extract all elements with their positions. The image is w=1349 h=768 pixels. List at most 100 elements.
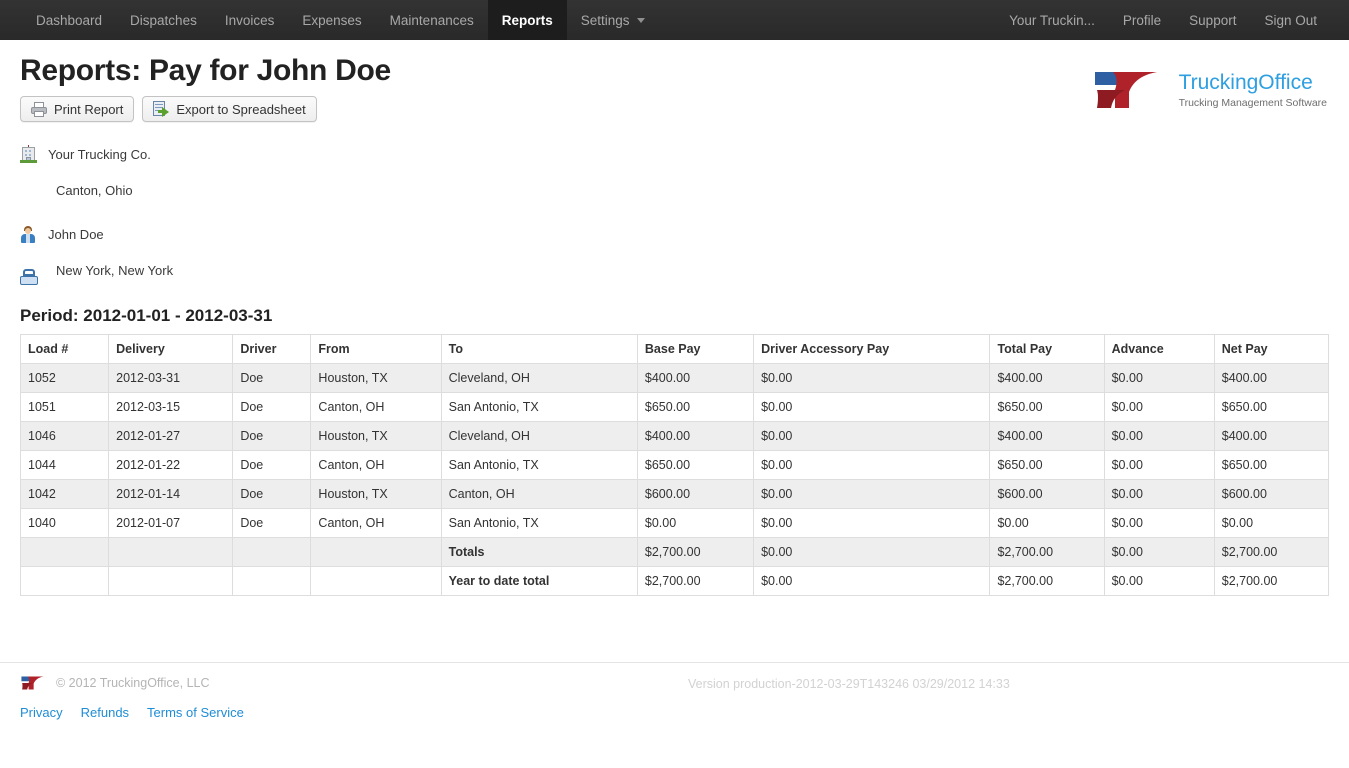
nav-signout[interactable]: Sign Out [1250,0,1331,40]
table-cell: Totals [440,537,638,567]
column-header: From [310,334,442,364]
table-cell: 2012-01-22 [108,450,234,480]
nav-profile-label: Profile [1122,12,1162,28]
table-cell: $0.00 [753,537,991,567]
driver-city: New York, New York [56,262,174,278]
table-cell: $0.00 [753,450,991,480]
version-text: Version production-2012-03-29T143246 03/… [688,677,1010,691]
table-cell: 1046 [19,421,110,451]
table-cell: Houston, TX [310,479,442,509]
person-icon-wrap [20,225,48,243]
nav-expenses[interactable]: Expenses [288,0,375,40]
top-navigation-bar: Dashboard Dispatches Invoices Expenses Maint… [0,0,1349,40]
account-nav-group: Your Truckin... Profile Support Sign Out [995,0,1349,40]
building-icon-wrap [20,145,48,163]
report-period-heading: Period: 2012-01-01 - 2012-03-31 [20,306,273,325]
table-cell [232,537,312,567]
table-cell: $400.00 [1213,363,1330,393]
table-cell: San Antonio, TX [440,508,638,538]
footer-links: Privacy Refunds Terms of Service [20,705,1329,720]
table-cell: Doe [232,450,312,480]
table-cell: $2,700.00 [989,566,1105,596]
logo-wordmark: TruckingOffice [1178,70,1313,94]
nav-dispatches-label: Dispatches [130,12,197,28]
primary-nav-group: Dashboard Dispatches Invoices Expenses Maint… [0,0,659,40]
table-cell: $2,700.00 [636,566,755,596]
nav-settings-label: Settings [580,12,630,28]
table-header-row: Load # Delivery Driver From To Base Pay Driver… [19,334,1330,364]
nav-reports[interactable]: Reports [487,0,567,40]
footer-link-terms[interactable]: Terms of Service [147,705,244,720]
table-cell: Doe [232,392,312,422]
table-cell: $400.00 [636,421,755,451]
nav-dashboard[interactable]: Dashboard [22,0,116,40]
table-cell: $2,700.00 [1213,566,1330,596]
print-report-label: Print Report [54,101,124,117]
nav-settings[interactable]: Settings [567,0,659,40]
table-cell: $0.00 [753,363,991,393]
column-header: Advance [1103,334,1215,364]
table-cell: $0.00 [1103,363,1215,393]
building-icon [20,145,37,163]
table-row: 1052 2012-03-31 Doe Houston, TX Cleveland, O… [19,363,1330,393]
table-row: 1044 2012-01-22 Doe Canton, OH San Antonio, … [19,450,1330,480]
column-header: Total Pay [989,334,1105,364]
table-cell [19,566,110,596]
table-cell: $650.00 [989,450,1105,480]
table-total-row: Totals $2,700.00 $0.00 $2,700.00 $0.00 $2,700… [19,537,1330,567]
table-cell: 1051 [19,392,110,422]
footer-link-refunds[interactable]: Refunds [81,705,129,720]
table-cell: 2012-01-14 [108,479,234,509]
table-cell: $400.00 [1213,421,1330,451]
nav-support[interactable]: Support [1175,0,1250,40]
table-cell: $0.00 [636,508,755,538]
export-to-spreadsheet-label: Export to Spreadsheet [176,101,306,117]
pay-table-body: 1052 2012-03-31 Doe Houston, TX Cleveland, O… [19,363,1330,596]
pay-table-head: Load # Delivery Driver From To Base Pay Driver… [19,334,1330,364]
table-cell: $400.00 [989,363,1105,393]
table-cell: Houston, TX [310,421,442,451]
nav-dispatches[interactable]: Dispatches [116,0,211,40]
table-cell: $0.00 [753,421,991,451]
table-cell [310,537,442,567]
table-cell: 2012-03-15 [108,392,234,422]
brand-logo[interactable]: TruckingOffice Trucking Management Softw… [1091,68,1327,112]
person-icon [20,225,36,243]
table-cell: $0.00 [989,508,1105,538]
table-cell [232,566,312,596]
nav-profile[interactable]: Profile [1109,0,1175,40]
driver-location-row: New York, New York [20,252,1329,288]
table-cell: $0.00 [1103,479,1215,509]
print-report-button[interactable]: Print Report [20,96,135,122]
nav-maintenances[interactable]: Maintenances [376,0,488,40]
driver-row: John Doe [20,216,1329,252]
nav-expenses-label: Expenses [302,12,362,28]
table-cell: $2,700.00 [989,537,1105,567]
table-cell: $600.00 [636,479,755,509]
export-to-spreadsheet-button[interactable]: Export to Spreadsheet [142,96,317,122]
table-cell [310,566,442,596]
table-cell: $2,700.00 [636,537,755,567]
logo-tagline: Trucking Management Software [1178,96,1327,109]
spreadsheet-export-icon [153,101,170,117]
table-cell: $0.00 [1103,392,1215,422]
table-cell: 2012-01-07 [108,508,234,538]
table-cell: $0.00 [1103,566,1215,596]
table-cell [108,566,234,596]
chevron-down-icon [636,17,645,23]
page-header: Reports: Pay for John Doe Print Report E… [0,40,1349,122]
nav-invoices[interactable]: Invoices [211,0,289,40]
table-cell: 2012-03-31 [108,363,234,393]
nav-account[interactable]: Your Truckin... [995,0,1109,40]
footer-top-row: © 2012 TruckingOffice, LLC Version produ… [20,675,1329,691]
report-parties-info: Your Trucking Co. Canton, Ohio John Doe … [0,122,1349,288]
table-cell: $600.00 [989,479,1105,509]
company-city: Canton, Ohio [56,182,133,198]
table-cell: $0.00 [1103,537,1215,567]
table-cell: Canton, OH [310,392,442,422]
footer-link-privacy[interactable]: Privacy [20,705,63,720]
table-row: 1051 2012-03-15 Doe Canton, OH San Antonio, … [19,392,1330,422]
table-cell: $0.00 [1103,450,1215,480]
table-cell: $650.00 [636,450,755,480]
nav-reports-label: Reports [501,12,553,28]
